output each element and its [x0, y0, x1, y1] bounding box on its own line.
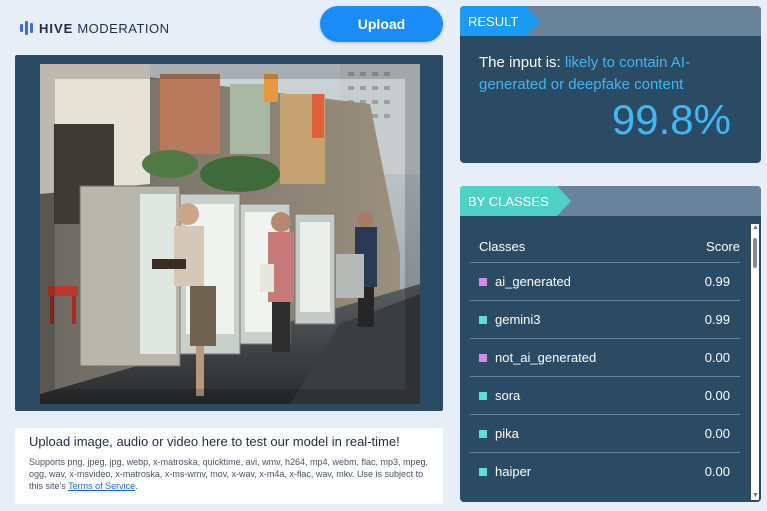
classes-panel: BY CLASSES Classes Score ai_generated 0.… [460, 186, 761, 502]
class-score: 0.99 [704, 274, 730, 289]
class-name: not_ai_generated [495, 350, 597, 365]
class-color-swatch [479, 391, 487, 400]
class-name: pika [495, 426, 519, 441]
scroll-up-arrow-icon[interactable]: ▲ [752, 224, 759, 232]
class-score: 0.00 [704, 426, 730, 441]
class-color-swatch [479, 467, 487, 476]
class-color-swatch [479, 353, 487, 362]
result-tag-label: RESULT [468, 13, 519, 29]
classes-tag: BY CLASSES [460, 186, 571, 216]
column-header-classes: Classes [479, 238, 526, 254]
class-color-swatch [479, 277, 487, 286]
upload-supported-formats: Supports png, jpeg, jpg, webp, x-matrosk… [29, 456, 429, 492]
result-tag: RESULT [460, 6, 541, 36]
result-prefix: The input is: [479, 54, 561, 71]
hive-logo: HIVE MODERATION [20, 18, 170, 38]
upload-button[interactable]: Upload [320, 6, 443, 42]
result-panel: RESULT The input is: likely to contain A… [460, 6, 761, 163]
result-panel-header: RESULT [460, 6, 761, 36]
uploaded-image-preview [40, 64, 420, 404]
classes-panel-header: BY CLASSES [460, 186, 761, 216]
upload-info-title: Upload image, audio or video here to tes… [29, 434, 400, 449]
scroll-thumb[interactable] [753, 238, 757, 268]
table-row: gemini3 0.99 [470, 300, 740, 338]
terms-suffix: . [135, 481, 138, 491]
table-row: not_ai_generated 0.00 [470, 338, 740, 376]
scroll-down-arrow-icon[interactable]: ▼ [752, 492, 759, 500]
table-row: pika 0.00 [470, 414, 740, 452]
brand-subtitle: MODERATION [77, 20, 170, 36]
table-row: haiper 0.00 [470, 452, 740, 490]
result-score: 99.8% [611, 96, 731, 143]
column-header-score: Score [706, 238, 740, 254]
class-score: 0.00 [704, 388, 730, 403]
class-name: gemini3 [495, 312, 541, 327]
class-score: 0.00 [704, 350, 730, 365]
table-row: sora 0.00 [470, 376, 740, 414]
brand-name: HIVE [39, 20, 74, 36]
classes-scrollbar[interactable]: ▲ ▼ [751, 224, 759, 500]
classes-table-header: Classes Score [470, 230, 740, 262]
upload-info-card: Upload image, audio or video here to tes… [15, 428, 443, 504]
class-name: ai_generated [495, 274, 571, 289]
class-color-swatch [479, 315, 487, 324]
classes-table-body: ai_generated 0.99 gemini3 0.99 not_ai_ge… [470, 262, 740, 490]
class-score: 0.00 [704, 464, 730, 479]
class-name: haiper [495, 464, 532, 479]
hive-logo-icon [20, 21, 33, 35]
table-row: ai_generated 0.99 [470, 262, 740, 300]
terms-of-service-link[interactable]: Terms of Service [68, 481, 135, 491]
class-name: sora [495, 388, 521, 403]
result-verdict: The input is: likely to contain AI-gener… [479, 52, 749, 96]
class-color-swatch [479, 429, 487, 438]
classes-tag-label: BY CLASSES [468, 193, 549, 209]
class-score: 0.99 [704, 312, 730, 327]
